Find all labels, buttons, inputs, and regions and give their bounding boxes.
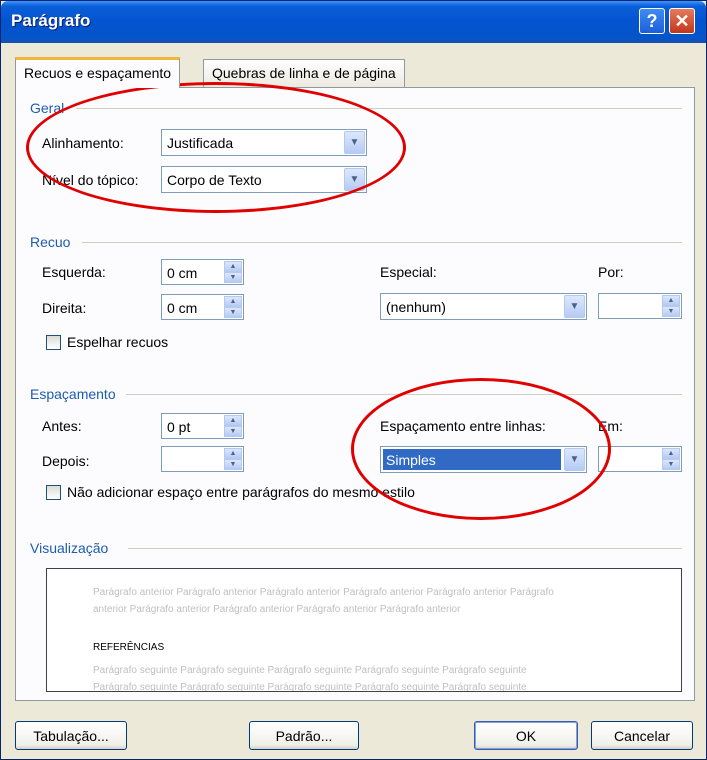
spacing-before-stepper[interactable]: 0 pt ▲ ▼ [161,413,244,439]
chevron-down-icon[interactable]: ▼ [224,426,242,437]
cancel-button[interactable]: Cancelar [591,721,693,750]
tabs-button[interactable]: Tabulação... [15,721,127,750]
indent-right-label: Direita: [42,300,87,316]
ok-button[interactable]: OK [474,721,578,750]
group-divider [128,548,682,549]
tab-indents-spacing[interactable]: Recuos e espaçamento [15,57,181,88]
chevron-up-icon[interactable]: ▲ [224,415,242,426]
indent-left-value: 0 cm [167,265,198,281]
mirror-indents-checkbox[interactable] [46,335,61,350]
at-stepper[interactable]: ▲ ▼ [598,446,682,472]
no-space-same-style-checkbox[interactable] [46,485,61,500]
preview-box: Parágrafo anterior Parágrafo anterior Pa… [46,568,682,692]
outline-level-value: Corpo de Texto [167,172,262,188]
chevron-down-icon[interactable]: ▼ [224,307,242,318]
chevron-down-icon[interactable]: ▼ [344,168,365,191]
indent-right-stepper[interactable]: 0 cm ▲ ▼ [161,294,244,320]
group-divider [126,394,682,395]
group-general-label: Geral [30,100,65,116]
chevron-up-icon[interactable]: ▲ [224,261,242,272]
chevron-down-icon[interactable]: ▼ [564,448,585,471]
stepper-buttons: ▲ ▼ [224,261,242,283]
title-bar[interactable]: Parágrafo ? ✕ [1,1,706,43]
at-label: Em: [598,418,623,434]
chevron-up-icon[interactable]: ▲ [224,448,242,459]
group-indent-label: Recuo [30,234,71,250]
line-spacing-value: Simples [386,452,436,468]
chevron-down-icon[interactable]: ▼ [224,272,242,283]
close-button[interactable]: ✕ [669,8,695,34]
stepper-buttons: ▲ ▼ [224,296,242,318]
spacing-before-value: 0 pt [167,419,191,435]
help-icon: ? [646,11,658,31]
spacing-before-label: Antes: [42,418,82,434]
alignment-label: Alinhamento: [42,135,124,151]
help-button[interactable]: ? [639,8,665,34]
chevron-down-icon[interactable]: ▼ [564,295,585,318]
alignment-value: Justificada [167,135,234,151]
dialog-title: Parágrafo [11,11,91,30]
spacing-after-stepper[interactable]: ▲ ▼ [161,446,244,472]
line-spacing-label: Espaçamento entre linhas: [380,418,546,434]
default-button[interactable]: Padrão... [249,721,359,750]
indent-left-stepper[interactable]: 0 cm ▲ ▼ [161,259,244,285]
preview-prev-line: Parágrafo anterior Parágrafo anterior Pa… [93,587,554,598]
default-button-label: Padrão... [275,727,333,744]
group-preview-label: Visualização [30,540,109,556]
cancel-button-label: Cancelar [613,727,671,744]
no-space-same-style-label[interactable]: Não adicionar espaço entre parágrafos do… [67,484,415,500]
stepper-buttons: ▲ ▼ [224,448,242,470]
tab-panel: Geral Alinhamento: Justificada ▼ Nível d… [15,82,695,701]
indent-right-value: 0 cm [167,300,198,316]
alignment-select[interactable]: Justificada ▼ [161,129,367,156]
preview-next-line: Parágrafo seguinte Parágrafo seguinte Pa… [93,665,527,676]
tabs-button-label: Tabulação... [33,727,109,744]
indent-left-label: Esquerda: [42,264,106,280]
outline-level-label: Nível do tópico: [42,172,139,188]
ok-button-label: OK [515,727,537,744]
stepper-buttons: ▲ ▼ [662,448,680,470]
close-icon: ✕ [674,11,690,31]
preview-next-line: Parágrafo seguinte Parágrafo seguinte Pa… [93,682,527,692]
chevron-down-icon[interactable]: ▼ [224,459,242,470]
chevron-down-icon[interactable]: ▼ [662,459,680,470]
chevron-up-icon[interactable]: ▲ [662,448,680,459]
group-divider [76,108,682,109]
stepper-buttons: ▲ ▼ [662,295,680,317]
mirror-indents-label[interactable]: Espelhar recuos [67,334,168,350]
special-select[interactable]: (nenhum) ▼ [380,293,587,320]
chevron-down-icon[interactable]: ▼ [662,306,680,317]
chevron-up-icon[interactable]: ▲ [224,296,242,307]
tab-label: Recuos e espaçamento [24,65,172,81]
special-value: (nenhum) [386,299,446,315]
chevron-down-icon[interactable]: ▼ [344,131,365,154]
stepper-buttons: ▲ ▼ [224,415,242,437]
group-divider [82,242,682,243]
preview-main-text: REFERÊNCIAS [93,642,165,653]
tab-line-page-breaks[interactable]: Quebras de linha e de página [203,59,405,87]
outline-level-select[interactable]: Corpo de Texto ▼ [161,166,367,193]
by-label: Por: [598,264,624,280]
paragraph-dialog: Parágrafo ? ✕ Recuos e espaçamento Quebr… [0,0,707,760]
chevron-up-icon[interactable]: ▲ [662,295,680,306]
tab-label: Quebras de linha e de página [212,65,396,81]
line-spacing-select[interactable]: Simples ▼ [380,446,587,473]
group-spacing-label: Espaçamento [30,386,116,402]
preview-prev-line: anterior Parágrafo anterior Parágrafo an… [93,604,461,615]
special-label: Especial: [380,264,437,280]
spacing-after-label: Depois: [42,453,90,469]
by-stepper[interactable]: ▲ ▼ [598,293,682,319]
